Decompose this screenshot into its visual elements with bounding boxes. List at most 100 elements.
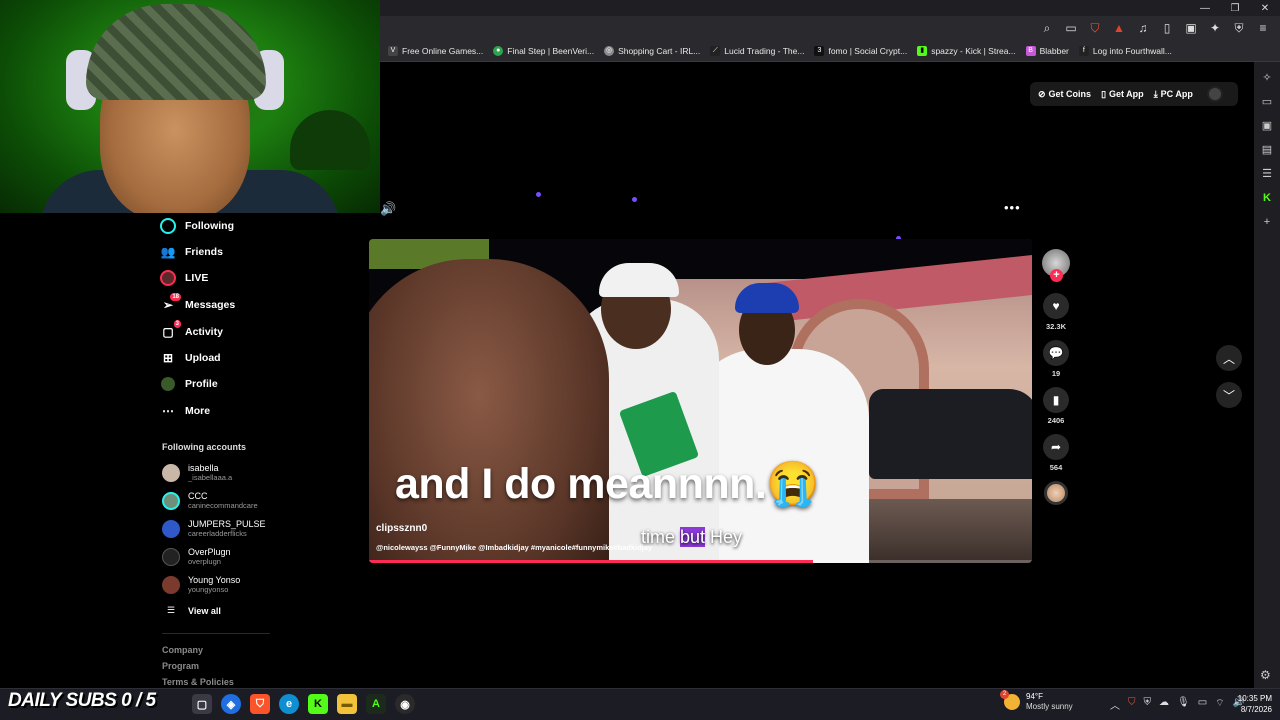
chevron-up-icon: ︿	[1222, 351, 1235, 366]
video-progress-bar[interactable]	[369, 560, 1032, 563]
following-account-item[interactable]: OverPlugn overplugn	[162, 547, 231, 566]
toolbar-icons: ⌕ ▭ ⛉ ▲ ♫ ▯ ▣ ✦ ⛨ ≡	[1038, 19, 1272, 37]
nav-activity[interactable]: ▢ 3 Activity	[160, 320, 223, 340]
bookmark-item[interactable]: ⟋ Lucid Trading - The...	[710, 46, 804, 56]
kick-icon[interactable]: K	[1260, 190, 1274, 205]
comment-action[interactable]: 💬 19	[1042, 340, 1070, 378]
avatar	[162, 491, 180, 510]
footer-program[interactable]: Program	[162, 661, 199, 671]
video-progress-fill	[369, 560, 814, 563]
video-player[interactable]: and I do meannnn.😭 time but Hey clipsszn…	[369, 239, 1032, 563]
nav-more[interactable]: ⋯ More	[160, 403, 210, 419]
gear-icon[interactable]: ⚙	[1260, 668, 1271, 682]
close-button[interactable]: ✕	[1250, 0, 1280, 16]
nav-profile[interactable]: Profile	[160, 376, 218, 392]
vpn-icon[interactable]: ⛨	[1230, 19, 1248, 37]
leo-ai-icon[interactable]: ✧	[1260, 70, 1274, 85]
browser-right-sidebar: ✧ ▭ ▣ ▤ ☰ K +	[1254, 62, 1280, 688]
footer-terms[interactable]: Terms & Policies	[162, 677, 234, 687]
menu-icon[interactable]: ≡	[1254, 19, 1272, 37]
following-account-item[interactable]: Young Yonso youngyonso	[162, 575, 240, 594]
weather-widget[interactable]: 2 94°F Mostly sunny	[1000, 690, 1073, 712]
follow-plus-icon[interactable]: +	[1050, 269, 1063, 282]
folder-icon[interactable]: ▬	[337, 694, 357, 714]
volume-icon[interactable]: 🔊	[380, 201, 396, 217]
system-clock[interactable]: 10:35 PM 8/7/2026	[1228, 693, 1272, 715]
restore-button[interactable]: ❐	[1220, 0, 1250, 16]
brave-rewards-icon[interactable]: ▲	[1110, 19, 1128, 37]
zoom-icon[interactable]: ⌕	[1038, 19, 1056, 37]
wifi-icon[interactable]: ⌔	[1215, 697, 1224, 712]
bookmark-item[interactable]: 3 fomo | Social Crypt...	[814, 46, 907, 56]
share-action[interactable]: ➦ 564	[1042, 434, 1070, 472]
microphone-icon[interactable]: 🎙	[1177, 697, 1190, 712]
profile-avatar[interactable]	[1206, 86, 1223, 102]
get-app-button[interactable]: ▯ Get App	[1101, 89, 1144, 100]
more-icon: ⋯	[162, 404, 174, 418]
view-all-link[interactable]: ☰ View all	[162, 605, 221, 616]
video-woman	[369, 259, 609, 563]
music-icon[interactable]: ♫	[1134, 19, 1152, 37]
music-disc[interactable]	[1044, 481, 1068, 505]
following-account-item[interactable]: JUMPERS_PULSE careerladderflicks	[162, 519, 266, 538]
wallet-icon[interactable]: ▣	[1260, 118, 1274, 133]
wallet-icon[interactable]: ▣	[1182, 19, 1200, 37]
divider	[162, 633, 270, 634]
app-icon[interactable]: ◈	[221, 694, 241, 714]
video-person-cap	[735, 283, 799, 313]
bookmark-item[interactable]: f Log into Fourthwall...	[1078, 46, 1172, 56]
activity-badge: 3	[173, 320, 181, 328]
bookmark-icon[interactable]: ▤	[1260, 142, 1274, 157]
cast-icon[interactable]: ▭	[1062, 19, 1080, 37]
nav-following[interactable]: Following	[160, 218, 234, 234]
tv-icon[interactable]: ▭	[1260, 94, 1274, 109]
bookmark-item[interactable]: ▮ spazzy - Kick | Strea...	[917, 46, 1016, 56]
add-panel-icon[interactable]: +	[1260, 214, 1274, 229]
pc-app-button[interactable]: ⤓ PC App	[1154, 89, 1193, 100]
nav-live[interactable]: LIVE	[160, 270, 208, 286]
network-icon[interactable]: ▭	[1198, 697, 1207, 712]
minimize-button[interactable]: —	[1190, 0, 1220, 16]
brave-tray-icon[interactable]: ⛉	[1128, 697, 1136, 712]
blabber-icon: B	[1025, 46, 1036, 56]
screen: — ❐ ✕ ⌕ ▭ ⛉ ▲ ♫ ▯ ▣ ✦ ⛨ ≡ V Free Online G…	[0, 0, 1280, 720]
bookmark-item[interactable]: ◎ Shopping Cart - IRL...	[604, 46, 700, 56]
video-hashtags[interactable]: @nicolewayss @FunnyMike @Imbadkidjay #my…	[376, 543, 652, 552]
bookmark-item[interactable]: B Blabber	[1025, 46, 1069, 56]
leo-icon[interactable]: ✦	[1206, 19, 1224, 37]
cloud-icon[interactable]: ☁	[1159, 697, 1169, 712]
next-video-button[interactable]: ﹀	[1216, 382, 1242, 408]
previous-video-button[interactable]: ︿	[1216, 345, 1242, 371]
nav-upload[interactable]: ⊞ Upload	[160, 350, 221, 366]
nav-friends[interactable]: 👥 Friends	[160, 244, 223, 260]
get-coins-button[interactable]: ⊘ Get Coins	[1038, 89, 1091, 100]
kick-icon[interactable]: K	[308, 694, 328, 714]
footer-company[interactable]: Company	[162, 645, 203, 655]
more-options-icon[interactable]: •••	[1004, 200, 1021, 215]
avatar	[162, 547, 180, 566]
webcam-plush	[290, 110, 370, 170]
security-icon[interactable]: ⛨	[1144, 697, 1152, 712]
upload-icon: ⊞	[162, 351, 174, 365]
terminal-icon[interactable]: A	[366, 694, 386, 714]
chevron-up-icon[interactable]: ︿	[1110, 697, 1120, 712]
sidebar-toggle-icon[interactable]: ▯	[1158, 19, 1176, 37]
bookmark-item[interactable]: V Free Online Games...	[388, 46, 483, 56]
following-account-item[interactable]: CCC caninecommandcare	[162, 491, 258, 510]
save-action[interactable]: ▮ 2406	[1042, 387, 1070, 425]
download-icon: ⤓	[1153, 88, 1158, 99]
edge-icon[interactable]: e	[279, 694, 299, 714]
bookmark-item[interactable]: ● Final Step | BeenVeri...	[493, 46, 594, 56]
brave-icon[interactable]: ⛉	[250, 694, 270, 714]
following-accounts-title: Following accounts	[162, 442, 247, 452]
task-view-icon[interactable]: ▢	[192, 694, 212, 714]
following-account-item[interactable]: isabella _isabellaaa.a	[162, 463, 232, 482]
obs-icon[interactable]: ◉	[395, 694, 415, 714]
nav-messages[interactable]: ➢ 18 Messages	[160, 293, 235, 313]
brave-shield-icon[interactable]: ⛉	[1086, 19, 1104, 37]
like-action[interactable]: ♥ 32.3K	[1042, 293, 1070, 331]
sun-icon: 2	[1000, 690, 1020, 710]
reading-list-icon[interactable]: ☰	[1260, 166, 1274, 181]
video-author[interactable]: clipssznn0	[376, 523, 427, 534]
phone-icon: ▯	[1101, 88, 1107, 99]
